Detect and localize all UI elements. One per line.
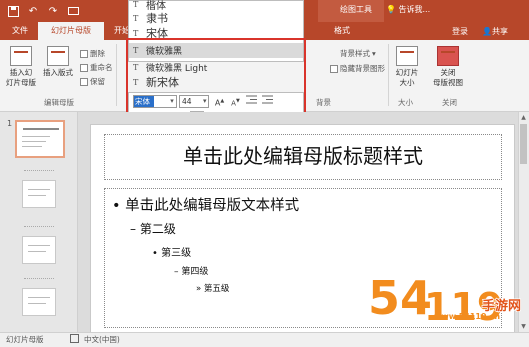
thumb-title-line — [23, 128, 59, 130]
layout-thumbnail[interactable] — [22, 180, 56, 208]
site-watermark-logo: 54 119 手游网 — [367, 270, 522, 330]
group-label-edit-master: 编辑母版 — [44, 98, 74, 107]
sign-in-link[interactable]: 登录 — [452, 26, 468, 37]
group-separator — [116, 44, 117, 106]
text-level-1[interactable]: • 单击此处编辑母版文本样式 — [112, 194, 299, 215]
thumb-text-line — [22, 136, 50, 137]
close-master-view-button[interactable]: 关闭 母版视图 — [428, 46, 468, 88]
truetype-icon: T — [133, 28, 139, 38]
slide-size-icon — [396, 46, 418, 66]
thumb-title-line — [28, 189, 50, 190]
scrollbar-thumb[interactable] — [520, 124, 527, 164]
background-styles-button[interactable]: 背景样式 ▾ — [340, 48, 376, 59]
thumb-text-line — [28, 195, 46, 196]
thumbnail-connector — [24, 278, 54, 279]
status-view-label: 幻灯片母版 — [6, 335, 44, 344]
truetype-icon: T — [133, 13, 139, 23]
group-separator — [388, 44, 389, 106]
hide-background-graphics-checkbox[interactable]: 隐藏背景图形 — [330, 63, 385, 74]
thumbnail-connector — [24, 170, 54, 171]
pin-icon — [80, 77, 88, 86]
save-icon[interactable] — [6, 4, 20, 18]
lightbulb-icon: 💡 — [386, 5, 396, 14]
rename-button[interactable]: 重命名 — [80, 62, 113, 73]
undo-icon[interactable]: ↶ — [26, 4, 40, 18]
tell-me-box[interactable]: 💡 告诉我... — [386, 4, 430, 15]
title-placeholder-text[interactable]: 单击此处编辑母版标题样式 — [104, 140, 502, 169]
layout-thumbnail[interactable] — [22, 288, 56, 316]
font-item[interactable]: T 隶书 — [133, 11, 168, 25]
text-level-3[interactable]: • 第三级 — [152, 244, 191, 259]
truetype-icon: T — [133, 0, 139, 9]
text-level-2[interactable]: – 第二级 — [130, 220, 176, 237]
chevron-down-icon: ▾ — [372, 49, 376, 58]
master-thumbnail[interactable] — [15, 120, 65, 158]
start-from-beginning-icon[interactable] — [66, 4, 80, 18]
thumb-text-line — [28, 303, 46, 304]
tab-file[interactable]: 文件 — [8, 22, 32, 40]
tab-slide-master[interactable]: 幻灯片母版 — [38, 22, 104, 40]
rename-icon — [80, 63, 88, 72]
spellcheck-icon[interactable] — [70, 334, 79, 345]
thumb-text-line — [28, 251, 46, 252]
thumbnail-connector — [24, 226, 54, 227]
checkbox-icon — [330, 64, 338, 73]
thumb-text-line — [22, 141, 46, 142]
slide-number: 1 — [7, 119, 13, 128]
quick-access-toolbar: ↶ ↷ — [6, 3, 80, 19]
delete-icon — [80, 49, 88, 58]
group-label-close: 关闭 — [442, 98, 457, 107]
layout-thumbnail[interactable] — [22, 236, 56, 264]
status-language-label[interactable]: 中文(中国) — [84, 334, 120, 345]
drawing-tools-label: 绘图工具 — [340, 5, 372, 14]
layout-icon — [47, 46, 69, 66]
share-button[interactable]: 👤共享 — [482, 26, 508, 37]
thumb-title-line — [28, 245, 50, 246]
svg-text:54: 54 — [368, 271, 432, 325]
share-icon: 👤 — [482, 27, 492, 36]
redo-icon[interactable]: ↷ — [46, 4, 60, 18]
group-label-background: 背景 — [316, 98, 331, 107]
close-master-icon — [437, 46, 459, 66]
slide-size-button[interactable]: 幻灯片 大小 — [390, 46, 424, 88]
slide-master-icon — [10, 46, 32, 66]
delete-button[interactable]: 删除 — [80, 48, 105, 59]
preserve-button[interactable]: 保留 — [80, 76, 105, 87]
insert-layout-button[interactable]: 插入版式 — [40, 46, 76, 78]
thumb-text-line — [22, 146, 42, 147]
thumb-title-line — [28, 297, 50, 298]
text-level-4[interactable]: – 第四级 — [174, 264, 208, 277]
group-label-size: 大小 — [398, 98, 413, 107]
insert-slide-master-button[interactable]: 插入幻 灯片母版 — [4, 46, 38, 88]
scroll-up-icon[interactable]: ▲ — [519, 113, 528, 122]
tab-format[interactable]: 格式 — [330, 22, 354, 40]
text-level-5[interactable]: » 第五级 — [196, 282, 229, 294]
watermark-url: www.54119.cn — [434, 312, 501, 321]
